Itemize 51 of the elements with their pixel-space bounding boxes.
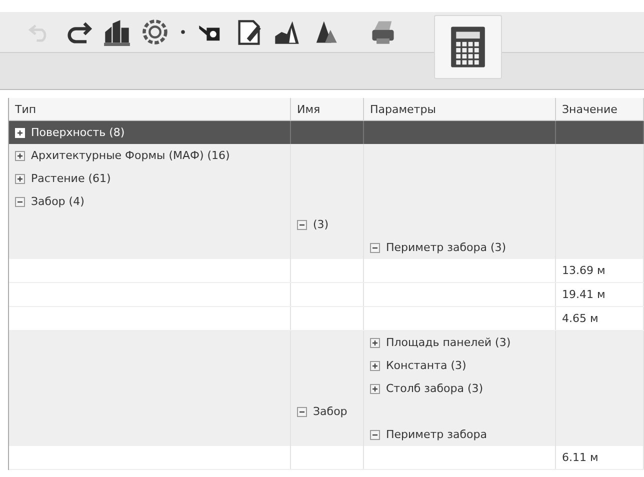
tree-item-label: Константа (3): [386, 359, 466, 372]
tree-row[interactable]: Архитектурные Формы (МАФ) (16): [9, 144, 644, 167]
value-text: 19.41 м: [562, 288, 606, 301]
tree-item-label: Площадь панелей (3): [386, 336, 511, 349]
tree-row[interactable]: Периметр забора (3): [9, 236, 644, 259]
tree-row[interactable]: Столб забора (3): [9, 377, 644, 400]
calculator-tool-button[interactable]: [434, 15, 502, 79]
tree-item-label: (3): [313, 218, 329, 231]
tree-item-label: Забор: [313, 405, 348, 418]
minus-box-icon[interactable]: [297, 220, 307, 230]
tree-row[interactable]: 13.69 м: [9, 259, 644, 283]
column-header[interactable]: Имя: [297, 102, 320, 116]
plus-box-icon[interactable]: [370, 338, 380, 348]
minus-box-icon[interactable]: [15, 196, 25, 206]
minus-box-icon[interactable]: [370, 242, 380, 252]
column-header[interactable]: Значение: [562, 102, 618, 116]
tree-row[interactable]: 4.65 м: [9, 307, 644, 331]
dropdown-icon[interactable]: [180, 29, 186, 35]
tree-row[interactable]: Константа (3): [9, 354, 644, 377]
tree-item-label: Периметр забора (3): [386, 241, 506, 254]
tree-item-label: Периметр забора: [386, 428, 487, 441]
column-header[interactable]: Параметры: [370, 102, 436, 116]
tree-row[interactable]: Периметр забора: [9, 423, 644, 446]
tree-row[interactable]: Растение (61): [9, 167, 644, 190]
plus-box-icon[interactable]: [370, 360, 380, 370]
printer-icon[interactable]: [369, 18, 397, 46]
plus-box-icon[interactable]: [15, 150, 25, 160]
tree-row[interactable]: Поверхность (8): [9, 121, 644, 144]
tree-item-label: Поверхность (8): [31, 126, 125, 139]
plus-box-icon[interactable]: [15, 128, 25, 138]
minus-box-icon[interactable]: [370, 430, 380, 440]
tree-row[interactable]: 19.41 м: [9, 283, 644, 307]
tree-item-label: Забор (4): [31, 195, 84, 208]
tree-row[interactable]: 6.11 м: [9, 446, 644, 470]
tree-item-label: Архитектурные Формы (МАФ) (16): [31, 149, 230, 162]
tree-row[interactable]: Забор: [9, 400, 644, 423]
tree-row[interactable]: Площадь панелей (3): [9, 331, 644, 354]
value-text: 13.69 м: [562, 264, 606, 277]
tree-item-label: Столб забора (3): [386, 382, 484, 395]
value-text: 4.65 м: [562, 312, 598, 325]
plus-box-icon[interactable]: [15, 174, 25, 184]
gear-icon[interactable]: [141, 18, 169, 46]
minus-box-icon[interactable]: [297, 406, 307, 416]
column-header[interactable]: Тип: [15, 102, 36, 116]
document-icon[interactable]: [235, 18, 263, 46]
building-icon[interactable]: [103, 18, 131, 46]
plus-box-icon[interactable]: [370, 384, 380, 394]
value-text: 6.11 м: [562, 451, 598, 464]
tree-row[interactable]: Забор (4): [9, 190, 644, 213]
tree-item-label: Растение (61): [31, 172, 111, 185]
tree-row[interactable]: (3): [9, 213, 644, 236]
